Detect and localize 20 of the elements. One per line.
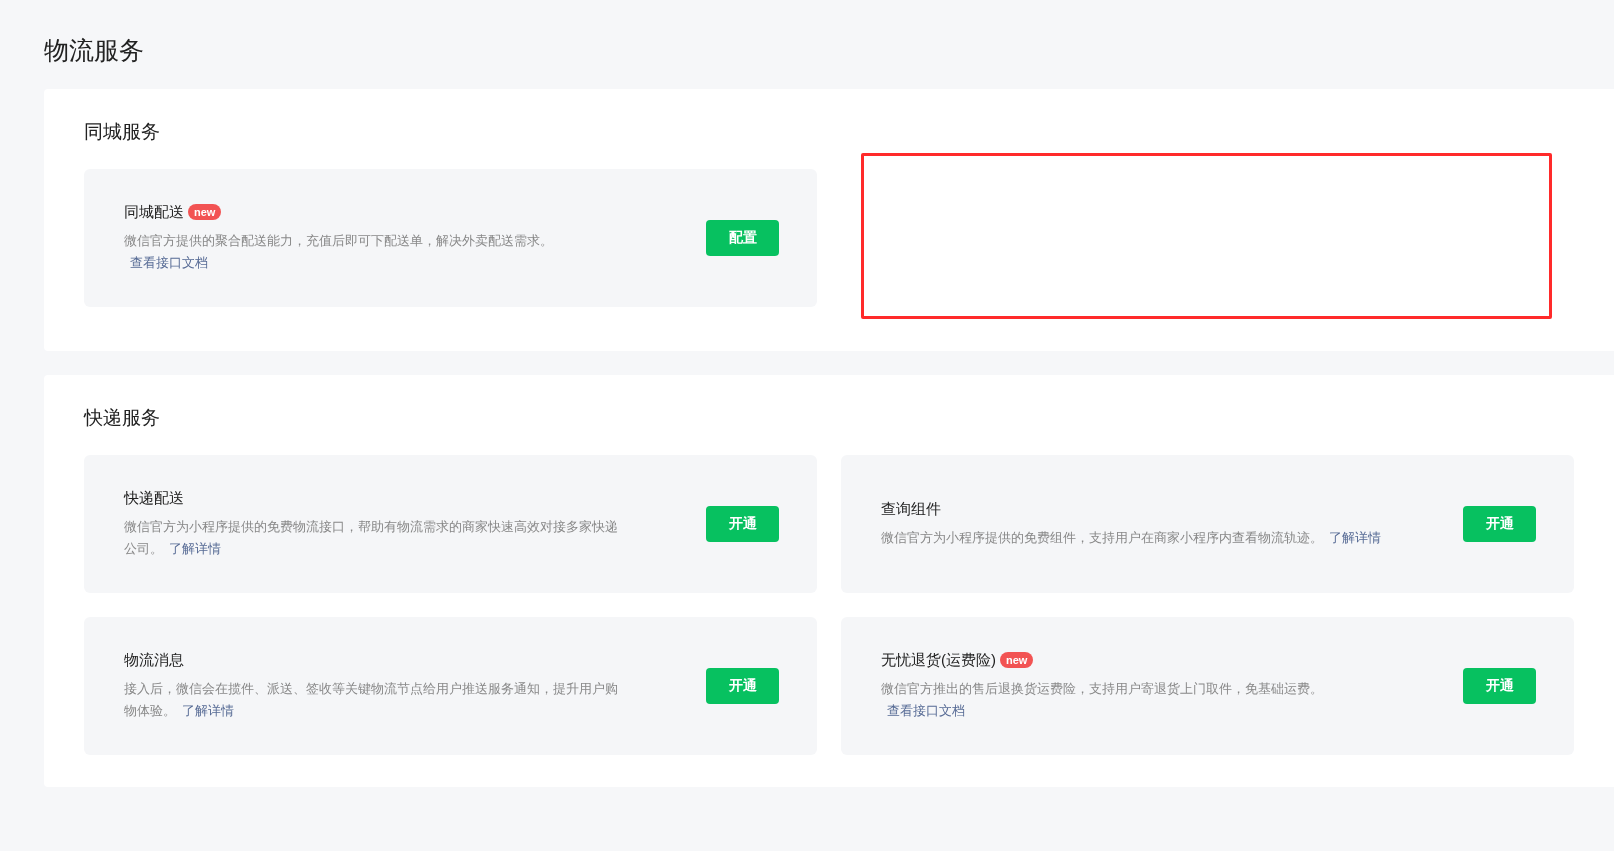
details-link[interactable]: 查看接口文档 — [887, 702, 965, 718]
section-title: 快递服务 — [84, 406, 160, 430]
service-name: 同城配送 — [124, 202, 184, 222]
details-link[interactable]: 了解详情 — [169, 540, 221, 556]
service-description: 接入后，微信会在揽件、派送、签收等关键物流节点给用户推送服务通知，提升用户购物体验。 了解详情 — [124, 679, 619, 720]
new-badge: new — [1000, 652, 1034, 668]
page-title: 物流服务 — [44, 35, 144, 66]
service-description: 微信官方推出的售后退换货运费险，支持用户寄退货上门取件，免基础运费。 查看接口文档 — [881, 679, 1324, 720]
service-description: 微信官方为小程序提供的免费物流接口，帮助有物流需求的商家快速高效对接多家快递公司。 了解详情 — [124, 517, 619, 558]
service-name: 物流消息 — [124, 650, 184, 670]
section-title: 同城服务 — [84, 120, 160, 144]
service-name: 无忧退货(运费险) — [881, 650, 996, 670]
details-link[interactable]: 了解详情 — [1329, 529, 1381, 545]
service-description: 微信官方为小程序提供的免费组件，支持用户在商家小程序内查看物流轨迹。 了解详情 — [881, 528, 1381, 547]
details-link[interactable]: 了解详情 — [182, 702, 234, 718]
service-name: 查询组件 — [881, 499, 941, 519]
new-badge: new — [188, 204, 222, 220]
service-name: 快递配送 — [124, 488, 184, 508]
details-link[interactable]: 查看接口文档 — [130, 254, 208, 270]
service-description: 微信官方提供的聚合配送能力，充值后即可下配送单，解决外卖配送需求。 查看接口文档 — [124, 231, 554, 272]
